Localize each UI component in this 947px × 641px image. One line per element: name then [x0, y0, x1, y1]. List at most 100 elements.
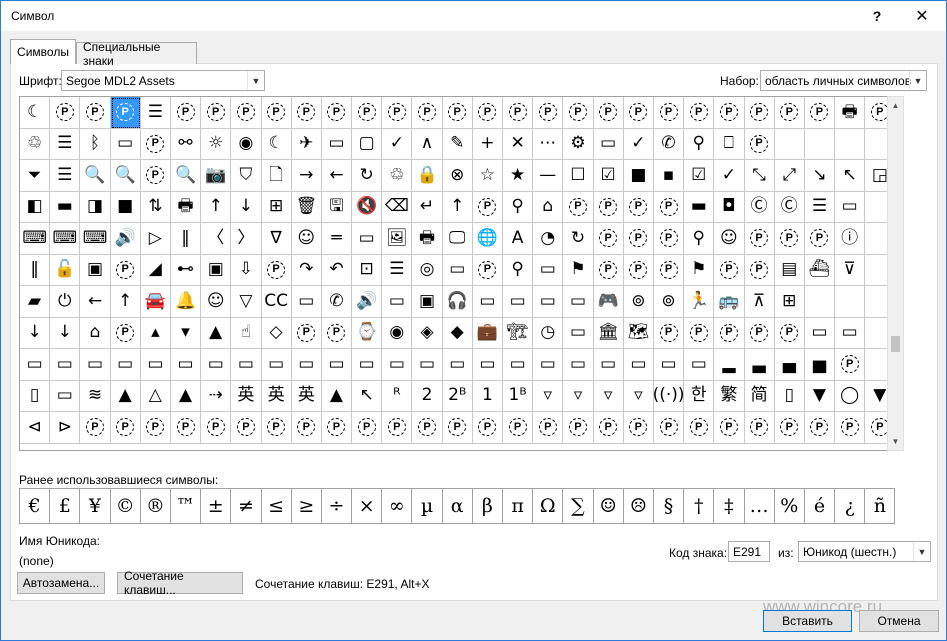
symbol-cell[interactable]: ◉ — [231, 128, 262, 160]
symbol-cell[interactable]: 🔒 — [412, 160, 443, 192]
symbol-cell[interactable]: P — [50, 97, 81, 129]
symbol-cell[interactable]: P — [503, 97, 534, 129]
symbol-cell[interactable]: ⚙ — [563, 128, 594, 160]
tab-symbols[interactable]: Символы — [10, 39, 76, 64]
symbol-cell[interactable]: ═ — [321, 223, 353, 255]
symbol-cell[interactable]: ⊞ — [774, 286, 805, 318]
symbol-cell[interactable]: ▭ — [382, 286, 413, 318]
recent-symbol-cell[interactable]: ñ — [865, 489, 896, 524]
symbol-cell[interactable]: P — [593, 97, 624, 129]
symbol-cell[interactable]: P — [321, 317, 353, 349]
symbol-cell[interactable]: 🏛 — [593, 317, 624, 349]
symbol-cell[interactable]: ⌨ — [80, 223, 111, 255]
symbol-cell[interactable]: ⊳ — [50, 412, 81, 444]
symbol-cell[interactable]: ▭ — [563, 286, 594, 318]
symbol-cell[interactable]: ◆ — [442, 317, 473, 349]
symbol-cell[interactable]: CC — [261, 286, 292, 318]
symbol-cell[interactable]: ▲ — [170, 380, 202, 412]
symbol-cell[interactable]: P — [653, 97, 685, 129]
symbol-cell[interactable]: ◎ — [412, 254, 443, 286]
symbol-cell[interactable]: P — [201, 97, 232, 129]
symbol-cell[interactable]: ▭ — [110, 128, 141, 160]
symbol-cell[interactable]: ▿ — [623, 380, 654, 412]
symbol-cell[interactable]: 🎮 — [593, 286, 624, 318]
symbol-cell[interactable]: ☾ — [20, 97, 51, 129]
chevron-down-icon[interactable]: ▼ — [913, 542, 930, 561]
symbol-cell[interactable]: 繁 — [714, 380, 745, 412]
symbol-cell[interactable]: 🗺 — [623, 317, 654, 349]
symbol-cell[interactable]: P — [774, 97, 805, 129]
symbol-cell[interactable]: 〉 — [231, 223, 262, 255]
symbol-cell[interactable]: P — [231, 412, 262, 444]
symbol-cell[interactable]: ▭ — [442, 349, 473, 381]
symbol-cell[interactable]: P — [472, 254, 503, 286]
symbol-cell[interactable]: 英 — [261, 380, 292, 412]
symbol-cell[interactable]: ■ — [110, 191, 141, 223]
symbol-cell[interactable]: 简 — [744, 380, 775, 412]
symbol-cell[interactable]: ▭ — [321, 128, 353, 160]
shortcut-key-button[interactable]: Сочетание клавиш... — [117, 569, 243, 597]
symbol-cell[interactable]: ⎕ — [714, 128, 745, 160]
symbol-cell[interactable]: ▭ — [231, 349, 262, 381]
symbol-cell[interactable]: P — [623, 223, 654, 255]
symbol-cell[interactable]: ▭ — [352, 223, 383, 255]
symbol-cell[interactable]: P — [653, 223, 685, 255]
symbol-cell[interactable]: P — [261, 254, 292, 286]
symbol-cell[interactable]: — — [533, 160, 564, 192]
symbol-cell[interactable]: ◧ — [20, 191, 51, 223]
symbol-cell[interactable]: ★ — [503, 160, 534, 192]
symbol-cell[interactable]: P — [744, 128, 775, 160]
symbol-cell[interactable]: ▿ — [563, 380, 594, 412]
symbol-cell[interactable]: → — [291, 160, 322, 192]
symbol-cell[interactable]: ▲ — [201, 317, 232, 349]
symbol-cell[interactable]: P — [110, 412, 141, 444]
symbol-cell[interactable]: ▭ — [170, 349, 202, 381]
symbol-cell[interactable]: ☺ — [201, 286, 232, 318]
symbol-cell[interactable]: ◈ — [412, 317, 443, 349]
recent-symbol-cell[interactable]: © — [110, 489, 141, 524]
symbol-cell[interactable]: ↘ — [804, 160, 836, 192]
symbol-cell[interactable]: 英 — [291, 380, 322, 412]
symbol-cell[interactable]: P — [110, 317, 141, 349]
symbol-cell[interactable]: 🔓 — [50, 254, 81, 286]
symbol-cell[interactable]: 🔔 — [170, 286, 202, 318]
symbol-cell[interactable]: ⌂ — [80, 317, 111, 349]
symbol-cell[interactable]: ▭ — [684, 349, 715, 381]
symbol-cell[interactable]: P — [653, 191, 685, 223]
recent-symbol-cell[interactable]: ™ — [170, 489, 202, 524]
symbol-cell[interactable]: ▯ — [774, 380, 805, 412]
symbol-cell[interactable]: ◨ — [80, 191, 111, 223]
symbol-cell[interactable]: ⊚ — [653, 286, 685, 318]
symbol-cell[interactable]: ☐ — [563, 160, 594, 192]
symbol-cell[interactable]: ▽ — [231, 286, 262, 318]
symbol-cell[interactable]: ▿ — [593, 380, 624, 412]
symbol-cell[interactable]: ☺ — [714, 223, 745, 255]
symbol-cell[interactable]: ↖ — [352, 380, 383, 412]
symbol-cell[interactable]: ✓ — [623, 128, 654, 160]
symbol-cell[interactable]: ⋯ — [533, 128, 564, 160]
symbol-cell[interactable]: 🎧 — [442, 286, 473, 318]
symbol-cell[interactable]: ▿ — [533, 380, 564, 412]
symbol-cell[interactable]: P — [563, 412, 594, 444]
symbol-cell[interactable]: P — [110, 254, 141, 286]
recent-symbol-cell[interactable]: ¥ — [80, 489, 111, 524]
symbol-cell[interactable]: ▭ — [623, 349, 654, 381]
symbol-cell[interactable]: ‖ — [20, 254, 51, 286]
recent-symbol-cell[interactable]: ≥ — [291, 489, 322, 524]
symbol-cell[interactable]: ▄ — [774, 349, 805, 381]
symbol-cell[interactable]: ✈ — [291, 128, 322, 160]
recent-symbol-cell[interactable]: ® — [140, 489, 171, 524]
symbol-cell[interactable]: ▲ — [110, 380, 141, 412]
symbol-cell[interactable]: ⚲ — [503, 254, 534, 286]
symbol-cell[interactable]: ⛴ — [804, 254, 836, 286]
symbol-cell[interactable]: ☑ — [593, 160, 624, 192]
symbol-cell[interactable]: ▭ — [835, 317, 866, 349]
symbol-cell[interactable]: P — [593, 191, 624, 223]
symbol-cell[interactable]: ☼ — [201, 128, 232, 160]
symbol-cell[interactable]: P — [321, 97, 353, 129]
symbol-cell[interactable]: 英 — [231, 380, 262, 412]
symbol-cell[interactable]: P — [804, 412, 836, 444]
symbol-cell[interactable]: ← — [321, 160, 353, 192]
symbol-cell[interactable]: ⚯ — [170, 128, 202, 160]
symbol-cell[interactable]: ↓ — [231, 191, 262, 223]
